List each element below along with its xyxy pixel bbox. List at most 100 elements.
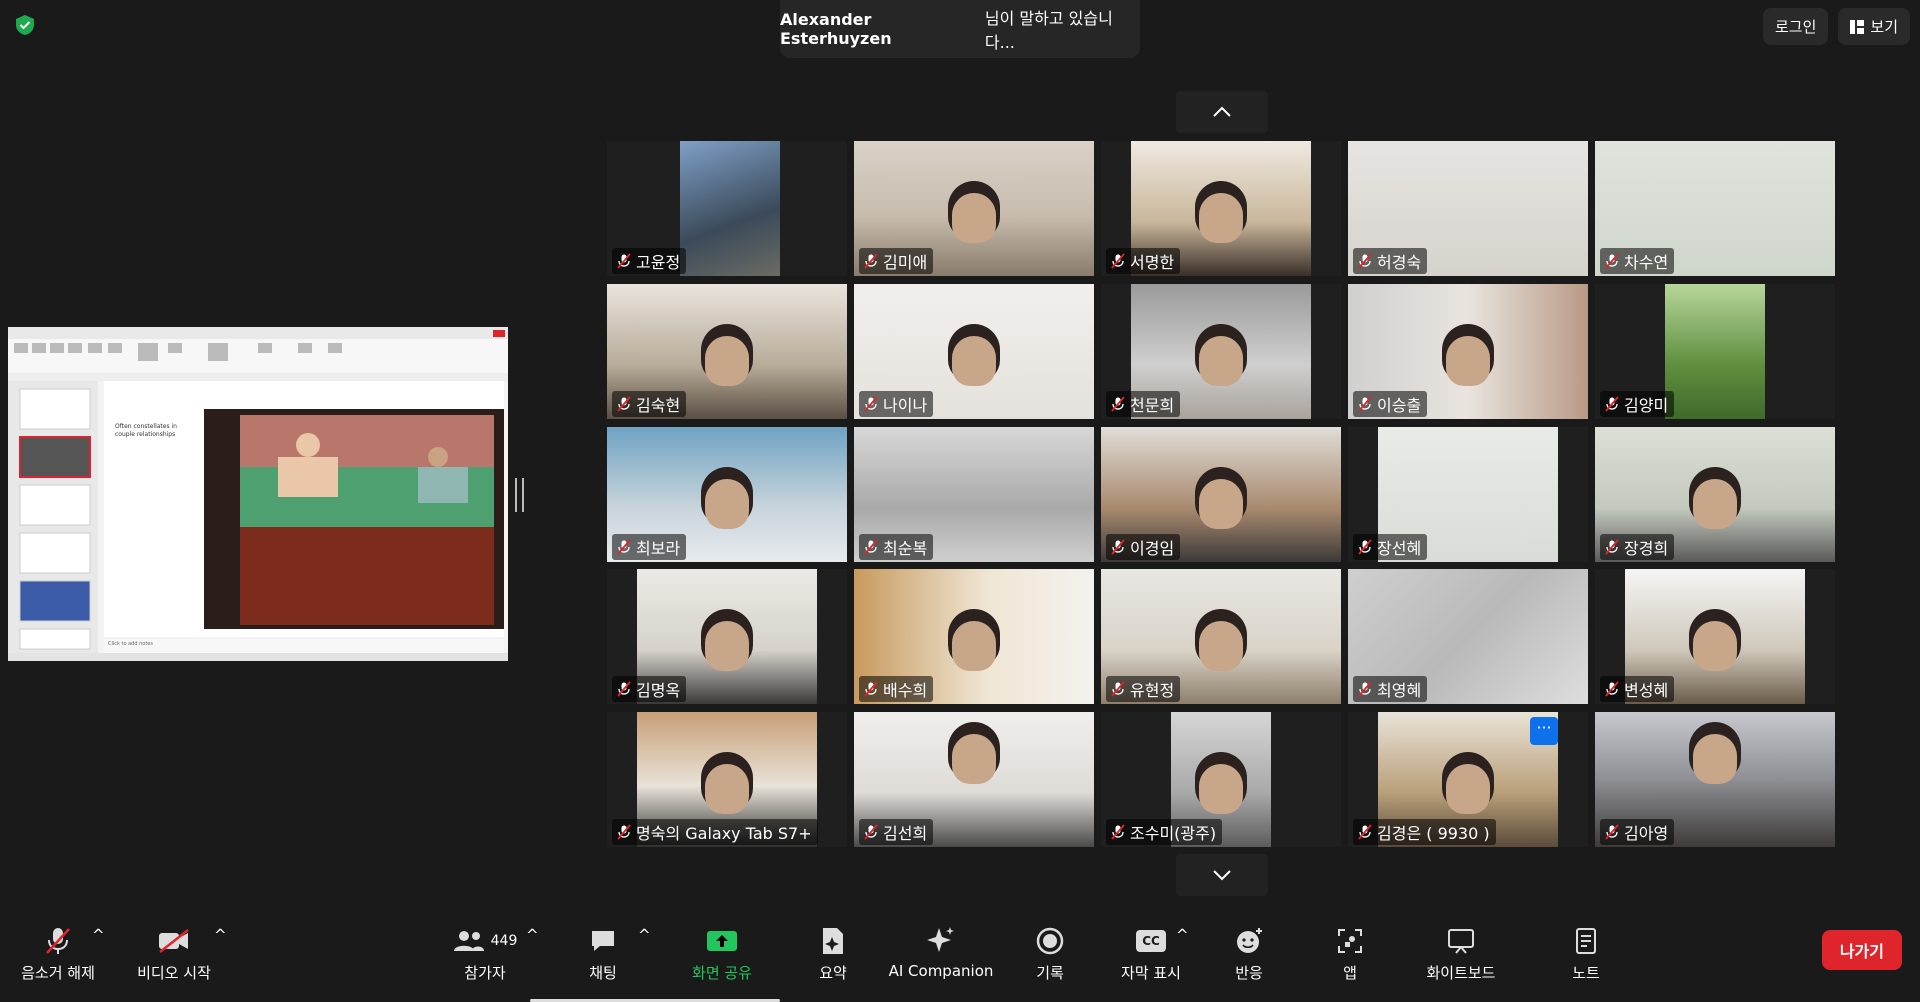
participant-name: 김선희 [883, 824, 928, 843]
login-button[interactable]: 로그인 [1762, 8, 1829, 45]
mic-muted-icon [617, 396, 631, 412]
view-button[interactable]: 보기 [1838, 8, 1910, 45]
shared-screen[interactable]: Often constellates in couple relationshi… [8, 327, 508, 661]
active-speaker-banner: Alexander Esterhuyzen 님이 말하고 있습니다... [780, 0, 1140, 58]
participant-name-tag: 차수연 [1600, 248, 1675, 274]
participant-silhouette [705, 764, 749, 814]
participant-tile[interactable]: 변성혜 [1595, 569, 1835, 704]
participant-tile[interactable]: 최보라 [607, 427, 847, 562]
security-shield-icon[interactable] [14, 14, 36, 36]
captions-options-caret[interactable]: ^ [1176, 926, 1189, 944]
participant-tile[interactable]: 천문희 [1101, 284, 1341, 419]
apps-icon [1338, 929, 1362, 953]
participant-name-tag: 김양미 [1600, 391, 1675, 417]
participant-tile[interactable]: 명숙의 Galaxy Tab S7+ [607, 712, 847, 847]
participant-video [1665, 284, 1765, 419]
mic-muted-icon [1111, 681, 1125, 697]
participant-name: 최영혜 [1377, 681, 1422, 700]
participants-icon [453, 931, 484, 951]
mic-muted-icon [617, 539, 631, 555]
mic-muted-icon [1605, 681, 1619, 697]
participant-tile[interactable]: 김미애 [854, 141, 1094, 276]
participant-name-tag: 최영혜 [1353, 676, 1428, 702]
mic-muted-icon [1605, 396, 1619, 412]
unmute-label: 음소거 해제 [21, 964, 95, 982]
participant-tile[interactable]: 유현정 [1101, 569, 1341, 704]
reactions-button[interactable]: 반응 [1226, 924, 1272, 983]
participant-tile[interactable]: 이승출 [1348, 284, 1588, 419]
audio-options-caret[interactable]: ^ [92, 926, 105, 944]
mic-muted-icon [1358, 396, 1372, 412]
participant-name-tag: 이경임 [1106, 534, 1181, 560]
participant-tile[interactable]: 허경숙 [1348, 141, 1588, 276]
shared-powerpoint-window [8, 327, 508, 661]
participant-tile[interactable]: 고윤정 [607, 141, 847, 276]
summary-button[interactable]: 요약 [808, 924, 858, 983]
participant-tile[interactable]: 이경임 [1101, 427, 1341, 562]
record-button[interactable]: 기록 [1030, 924, 1070, 983]
participant-silhouette [705, 479, 749, 529]
mic-muted-icon [46, 928, 70, 954]
participant-tile[interactable]: 김숙현 [607, 284, 847, 419]
participant-name-tag: 최순복 [859, 534, 934, 560]
participant-tile[interactable]: 차수연 [1595, 141, 1835, 276]
participant-name: 명숙의 Galaxy Tab S7+ [636, 824, 812, 843]
participant-tile[interactable]: 김명옥 [607, 569, 847, 704]
participant-name: 배수희 [883, 681, 928, 700]
summary-icon [823, 928, 843, 954]
participant-name: 장경희 [1624, 539, 1669, 558]
leave-meeting-button[interactable]: 나가기 [1821, 930, 1902, 970]
participant-tile[interactable]: 장선혜 [1348, 427, 1588, 562]
mic-muted-icon [864, 681, 878, 697]
participant-tile[interactable]: 나이나 [854, 284, 1094, 419]
cc-icon: CC [1136, 930, 1166, 952]
participant-name-tag: 김선희 [859, 819, 934, 845]
apps-button[interactable]: 앱 [1330, 924, 1370, 983]
mic-muted-icon [1111, 396, 1125, 412]
participant-tile[interactable]: 최순복 [854, 427, 1094, 562]
participant-silhouette [952, 621, 996, 671]
participant-tile[interactable]: 배수희 [854, 569, 1094, 704]
whiteboard-button[interactable]: 화이트보드 [1420, 924, 1502, 983]
participant-tile[interactable]: 김선희 [854, 712, 1094, 847]
mic-muted-icon [1358, 539, 1372, 555]
notes-button[interactable]: 노트 [1566, 924, 1606, 983]
participant-more-options-button[interactable]: ··· [1530, 717, 1558, 745]
participant-tile[interactable]: 김경은 ( 9930 ) ··· [1348, 712, 1588, 847]
participant-name-tag: 나이나 [859, 391, 934, 417]
participant-tile[interactable]: 최영혜 [1348, 569, 1588, 704]
notes-placeholder[interactable]: Click to add notes [108, 641, 153, 647]
participant-name: 김양미 [1624, 396, 1669, 415]
gallery-page-down-button[interactable] [1176, 854, 1268, 896]
mic-muted-icon [1605, 824, 1619, 840]
participant-name: 서명한 [1130, 253, 1175, 272]
split-view-handle[interactable] [515, 478, 524, 512]
chat-button[interactable]: 채팅 [578, 924, 628, 983]
ai-companion-button[interactable]: AI Companion [888, 924, 994, 980]
video-options-caret[interactable]: ^ [214, 926, 227, 944]
participant-name: 김아영 [1624, 824, 1669, 843]
start-video-button[interactable]: 비디오 시작 [132, 924, 216, 983]
unmute-button[interactable]: 음소거 해제 [18, 924, 98, 983]
participant-tile[interactable]: 김아영 [1595, 712, 1835, 847]
mic-muted-icon [1111, 539, 1125, 555]
participant-name-tag: 명숙의 Galaxy Tab S7+ [612, 819, 818, 845]
participant-tile[interactable]: 서명한 [1101, 141, 1341, 276]
record-label: 기록 [1036, 964, 1064, 982]
chat-options-caret[interactable]: ^ [638, 926, 651, 944]
view-label: 보기 [1870, 18, 1898, 36]
gallery-page-up-button[interactable] [1176, 91, 1268, 133]
participant-name: 이경임 [1130, 539, 1175, 558]
record-icon [1036, 927, 1064, 955]
participant-tile[interactable]: 조수미(광주) [1101, 712, 1341, 847]
participant-name: 변성혜 [1624, 681, 1669, 700]
participants-button[interactable]: 449 참가자 [440, 924, 530, 983]
share-screen-button[interactable]: 화면 공유 [680, 924, 764, 983]
mic-muted-icon [617, 824, 631, 840]
participant-tile[interactable]: 장경희 [1595, 427, 1835, 562]
participant-tile[interactable]: 김양미 [1595, 284, 1835, 419]
slide-text: Often constellates in couple relationshi… [115, 423, 177, 438]
view-grid-icon [1850, 19, 1865, 34]
participant-silhouette [705, 336, 749, 386]
participants-options-caret[interactable]: ^ [526, 926, 539, 944]
